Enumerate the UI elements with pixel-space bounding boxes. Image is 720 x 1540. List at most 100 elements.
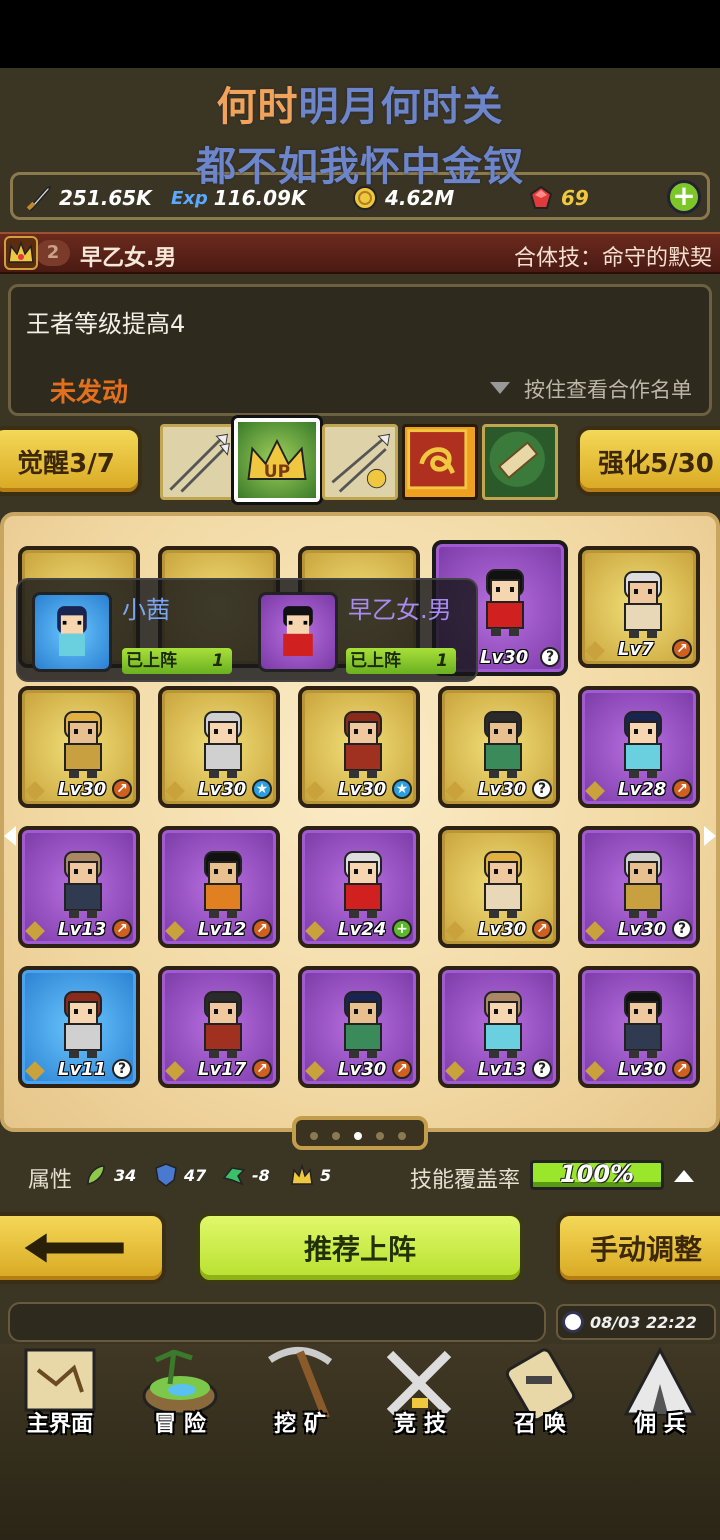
upgrade-icon: ↗ xyxy=(672,779,692,799)
nav-item[interactable]: 主界面 xyxy=(2,1340,118,1450)
tier-icon xyxy=(305,781,325,801)
crown-up-skill-icon[interactable]: UP xyxy=(234,418,320,502)
hero-card[interactable]: Lv13 ↗ xyxy=(18,826,140,948)
upgrade-icon: ↗ xyxy=(252,1059,272,1079)
hero-card[interactable]: Lv30 ★ xyxy=(298,686,420,808)
star-icon: ★ xyxy=(252,779,272,799)
hero-card[interactable]: Lv13? xyxy=(438,966,560,1088)
hero-card[interactable]: Lv7 ↗ xyxy=(578,546,700,668)
hero-card[interactable]: Lv12 ↗ xyxy=(158,826,280,948)
arrows-handshake-skill-icon[interactable] xyxy=(322,424,398,500)
combo-name: 早乙女.男 xyxy=(80,246,177,271)
clock-icon xyxy=(562,1311,584,1333)
hero-card[interactable]: Lv11? xyxy=(18,966,140,1088)
nav-item[interactable]: 冒 险 xyxy=(122,1340,238,1450)
page-indicator xyxy=(292,1116,428,1150)
tier-icon xyxy=(445,921,465,941)
nav-item[interactable]: 召 唤 xyxy=(482,1340,598,1450)
chat-bar[interactable] xyxy=(8,1302,546,1342)
scroll-skill-icon[interactable] xyxy=(482,424,558,500)
hero-portrait xyxy=(624,851,662,918)
tier-icon xyxy=(585,1061,605,1081)
upgrade-icon: ↗ xyxy=(392,1059,412,1079)
hero-card[interactable]: Lv30? xyxy=(578,826,700,948)
tier-icon xyxy=(445,1061,465,1081)
hero-portrait xyxy=(624,991,662,1058)
help-icon: ? xyxy=(532,1059,552,1079)
hero-portrait xyxy=(64,851,102,918)
strengthen-button[interactable]: 强化5/30 xyxy=(576,426,720,496)
hero-level: Lv13 xyxy=(478,1059,527,1080)
combo-partner-popup: 小茜 已上阵 1 早乙女.男 已上阵 1 xyxy=(16,578,478,682)
combo-skill: 合体技：命守的默契 xyxy=(513,246,712,271)
king-value: 5 xyxy=(320,1165,332,1185)
prev-page-arrow-icon[interactable] xyxy=(4,826,16,846)
dragon-value: -8 xyxy=(252,1165,270,1185)
tier-icon xyxy=(585,921,605,941)
dragon-attribute: -8 xyxy=(222,1162,270,1188)
recommend-lineup-button[interactable]: 推荐上阵 xyxy=(196,1212,524,1284)
defense-attribute: 47 xyxy=(154,1162,206,1188)
hero-card[interactable]: Lv30 ↗ xyxy=(18,686,140,808)
hero-card[interactable]: Lv30? xyxy=(438,686,560,808)
nav-item[interactable]: 佣 兵 xyxy=(602,1340,718,1450)
upgrade-icon: ↗ xyxy=(252,919,272,939)
plus-icon: + xyxy=(392,919,412,939)
hero-portrait xyxy=(204,991,242,1058)
hero-level: Lv17 xyxy=(198,1059,247,1080)
partner-count-2: 1 xyxy=(436,651,448,671)
hero-level: Lv30 xyxy=(618,919,667,940)
nav-label: 挖 矿 xyxy=(274,1412,326,1437)
partner-tag-2: 已上阵 1 xyxy=(346,648,456,674)
arrows-skill-icon[interactable] xyxy=(160,424,236,500)
back-button[interactable] xyxy=(0,1212,166,1284)
coverage-label: 技能覆盖率 xyxy=(410,1168,521,1193)
hero-portrait xyxy=(486,569,524,636)
hero-card[interactable]: Lv30 ↗ xyxy=(438,826,560,948)
rune-skill-icon[interactable] xyxy=(402,424,478,500)
lyric-line-1: 何时明月何时关 xyxy=(0,74,720,132)
left-arrow-icon xyxy=(24,1233,124,1263)
partner-name-1: 小茜 xyxy=(122,596,170,624)
tier-icon xyxy=(585,641,605,661)
hero-portrait xyxy=(204,711,242,778)
expand-up-icon[interactable] xyxy=(674,1170,694,1182)
tier-icon xyxy=(165,921,185,941)
upgrade-icon: ↗ xyxy=(672,639,692,659)
hero-level: Lv7 xyxy=(618,639,654,660)
hero-card[interactable]: Lv30 ↗ xyxy=(298,966,420,1088)
hero-card[interactable]: Lv30 ↗ xyxy=(578,966,700,1088)
leaf-icon xyxy=(87,1165,105,1185)
next-page-arrow-icon[interactable] xyxy=(704,826,716,846)
hero-level: Lv11 xyxy=(58,1059,107,1080)
hero-level: Lv28 xyxy=(618,779,667,800)
king-attribute: 5 xyxy=(290,1162,331,1188)
lyric-line-2: 都不如我怀中金钗 xyxy=(196,144,524,190)
partner-portrait-2 xyxy=(258,592,338,672)
nature-value: 34 xyxy=(114,1165,137,1185)
nav-item[interactable]: 挖 矿 xyxy=(242,1340,358,1450)
combo-status: 未发动 xyxy=(50,378,129,408)
nav-item[interactable]: 竞 技 xyxy=(362,1340,478,1450)
hero-portrait xyxy=(204,851,242,918)
page-dot xyxy=(376,1132,384,1140)
hero-portrait xyxy=(344,711,382,778)
nature-attribute: 34 xyxy=(84,1162,136,1188)
hero-card[interactable]: Lv17 ↗ xyxy=(158,966,280,1088)
clock: 08/03 22:22 xyxy=(556,1304,716,1340)
hero-level: Lv24 xyxy=(338,919,387,940)
help-icon: ? xyxy=(532,779,552,799)
defense-value: 47 xyxy=(184,1165,207,1185)
star-icon: ★ xyxy=(392,779,412,799)
hero-card[interactable]: Lv28 ↗ xyxy=(578,686,700,808)
partner-list-hint[interactable]: 按住查看合作名单 xyxy=(524,374,692,404)
hero-level: Lv30 xyxy=(198,779,247,800)
hero-card[interactable]: Lv30 ★ xyxy=(158,686,280,808)
awaken-button[interactable]: 觉醒3/7 xyxy=(0,426,142,496)
hero-card[interactable]: Lv24 + xyxy=(298,826,420,948)
hero-level: Lv30 xyxy=(618,1059,667,1080)
clock-time: 08/03 22:22 xyxy=(590,1312,697,1332)
manual-adjust-button[interactable]: 手动调整 xyxy=(556,1212,720,1284)
dragon-icon xyxy=(222,1167,246,1186)
hero-level: Lv12 xyxy=(198,919,247,940)
